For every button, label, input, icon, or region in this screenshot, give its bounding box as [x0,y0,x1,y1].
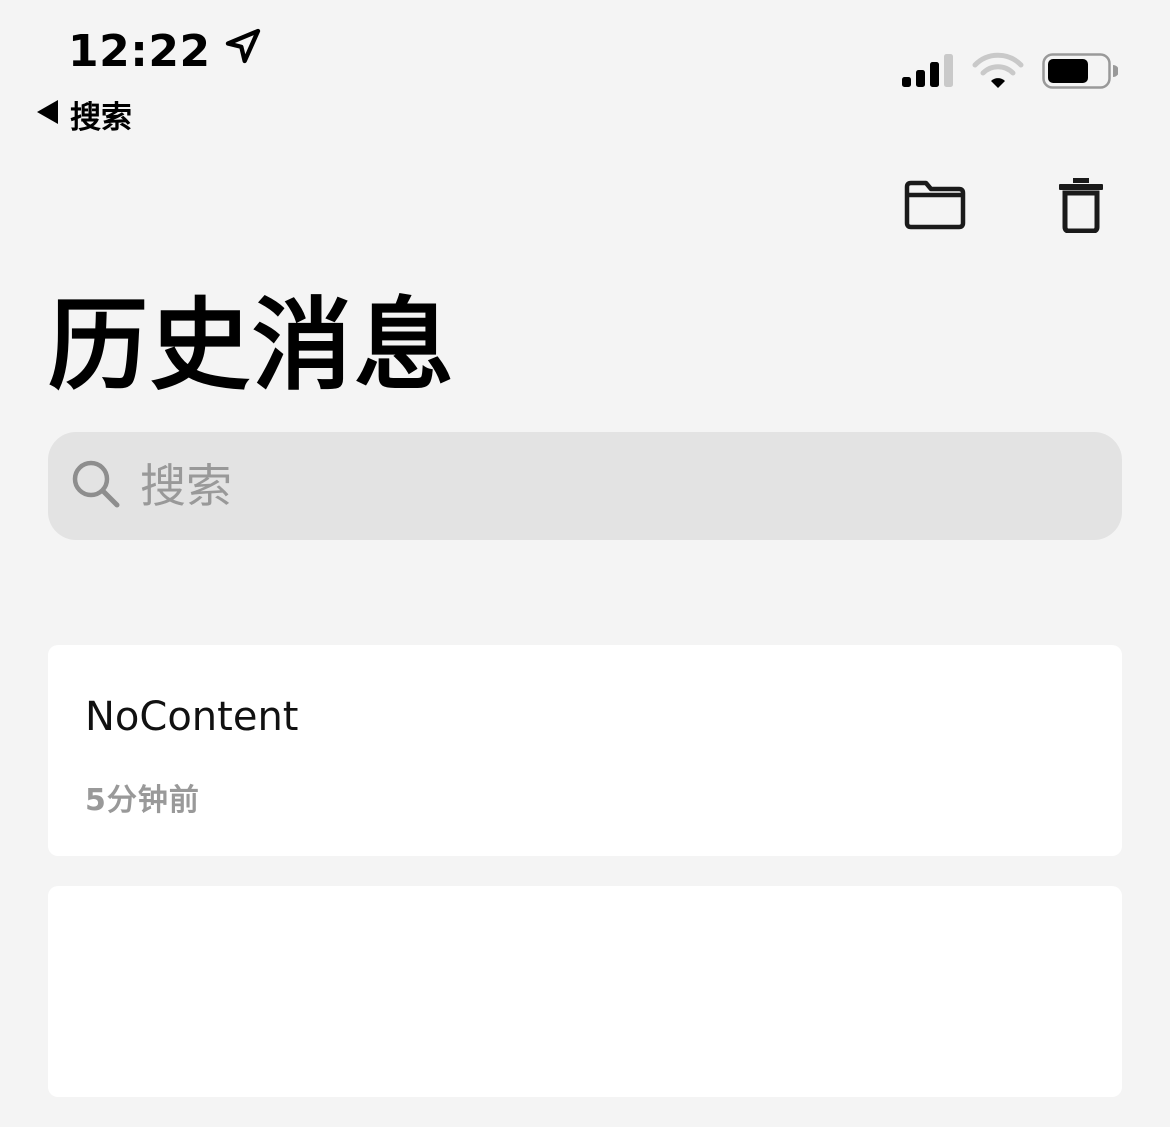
search-input[interactable] [138,458,1042,514]
location-arrow-icon [223,26,263,77]
status-time: 12:22 [68,26,263,77]
back-label: 搜索 [70,100,132,136]
search-bar[interactable] [48,432,1122,540]
history-card-title: NoContent [85,694,299,740]
search-icon [70,458,122,514]
folder-icon [904,179,966,235]
history-card-time: 5分钟前 [85,783,200,818]
wifi-icon [972,52,1024,94]
back-to-search-link[interactable]: 搜索 [36,92,132,137]
history-card[interactable]: NoContent 5分钟前 [48,645,1122,856]
history-card[interactable] [48,886,1122,1097]
toolbar [904,178,1110,236]
delete-all-button[interactable] [1052,178,1110,236]
battery-icon [1042,53,1119,93]
page-title: 历史消息 [48,287,456,404]
back-triangle-icon [36,97,60,133]
trash-icon [1059,177,1103,237]
history-list: NoContent 5分钟前 [48,645,1122,1127]
status-indicators [902,52,1119,94]
cellular-signal-icon [902,53,954,93]
folder-button[interactable] [904,178,966,236]
clock-text: 12:22 [68,26,211,77]
